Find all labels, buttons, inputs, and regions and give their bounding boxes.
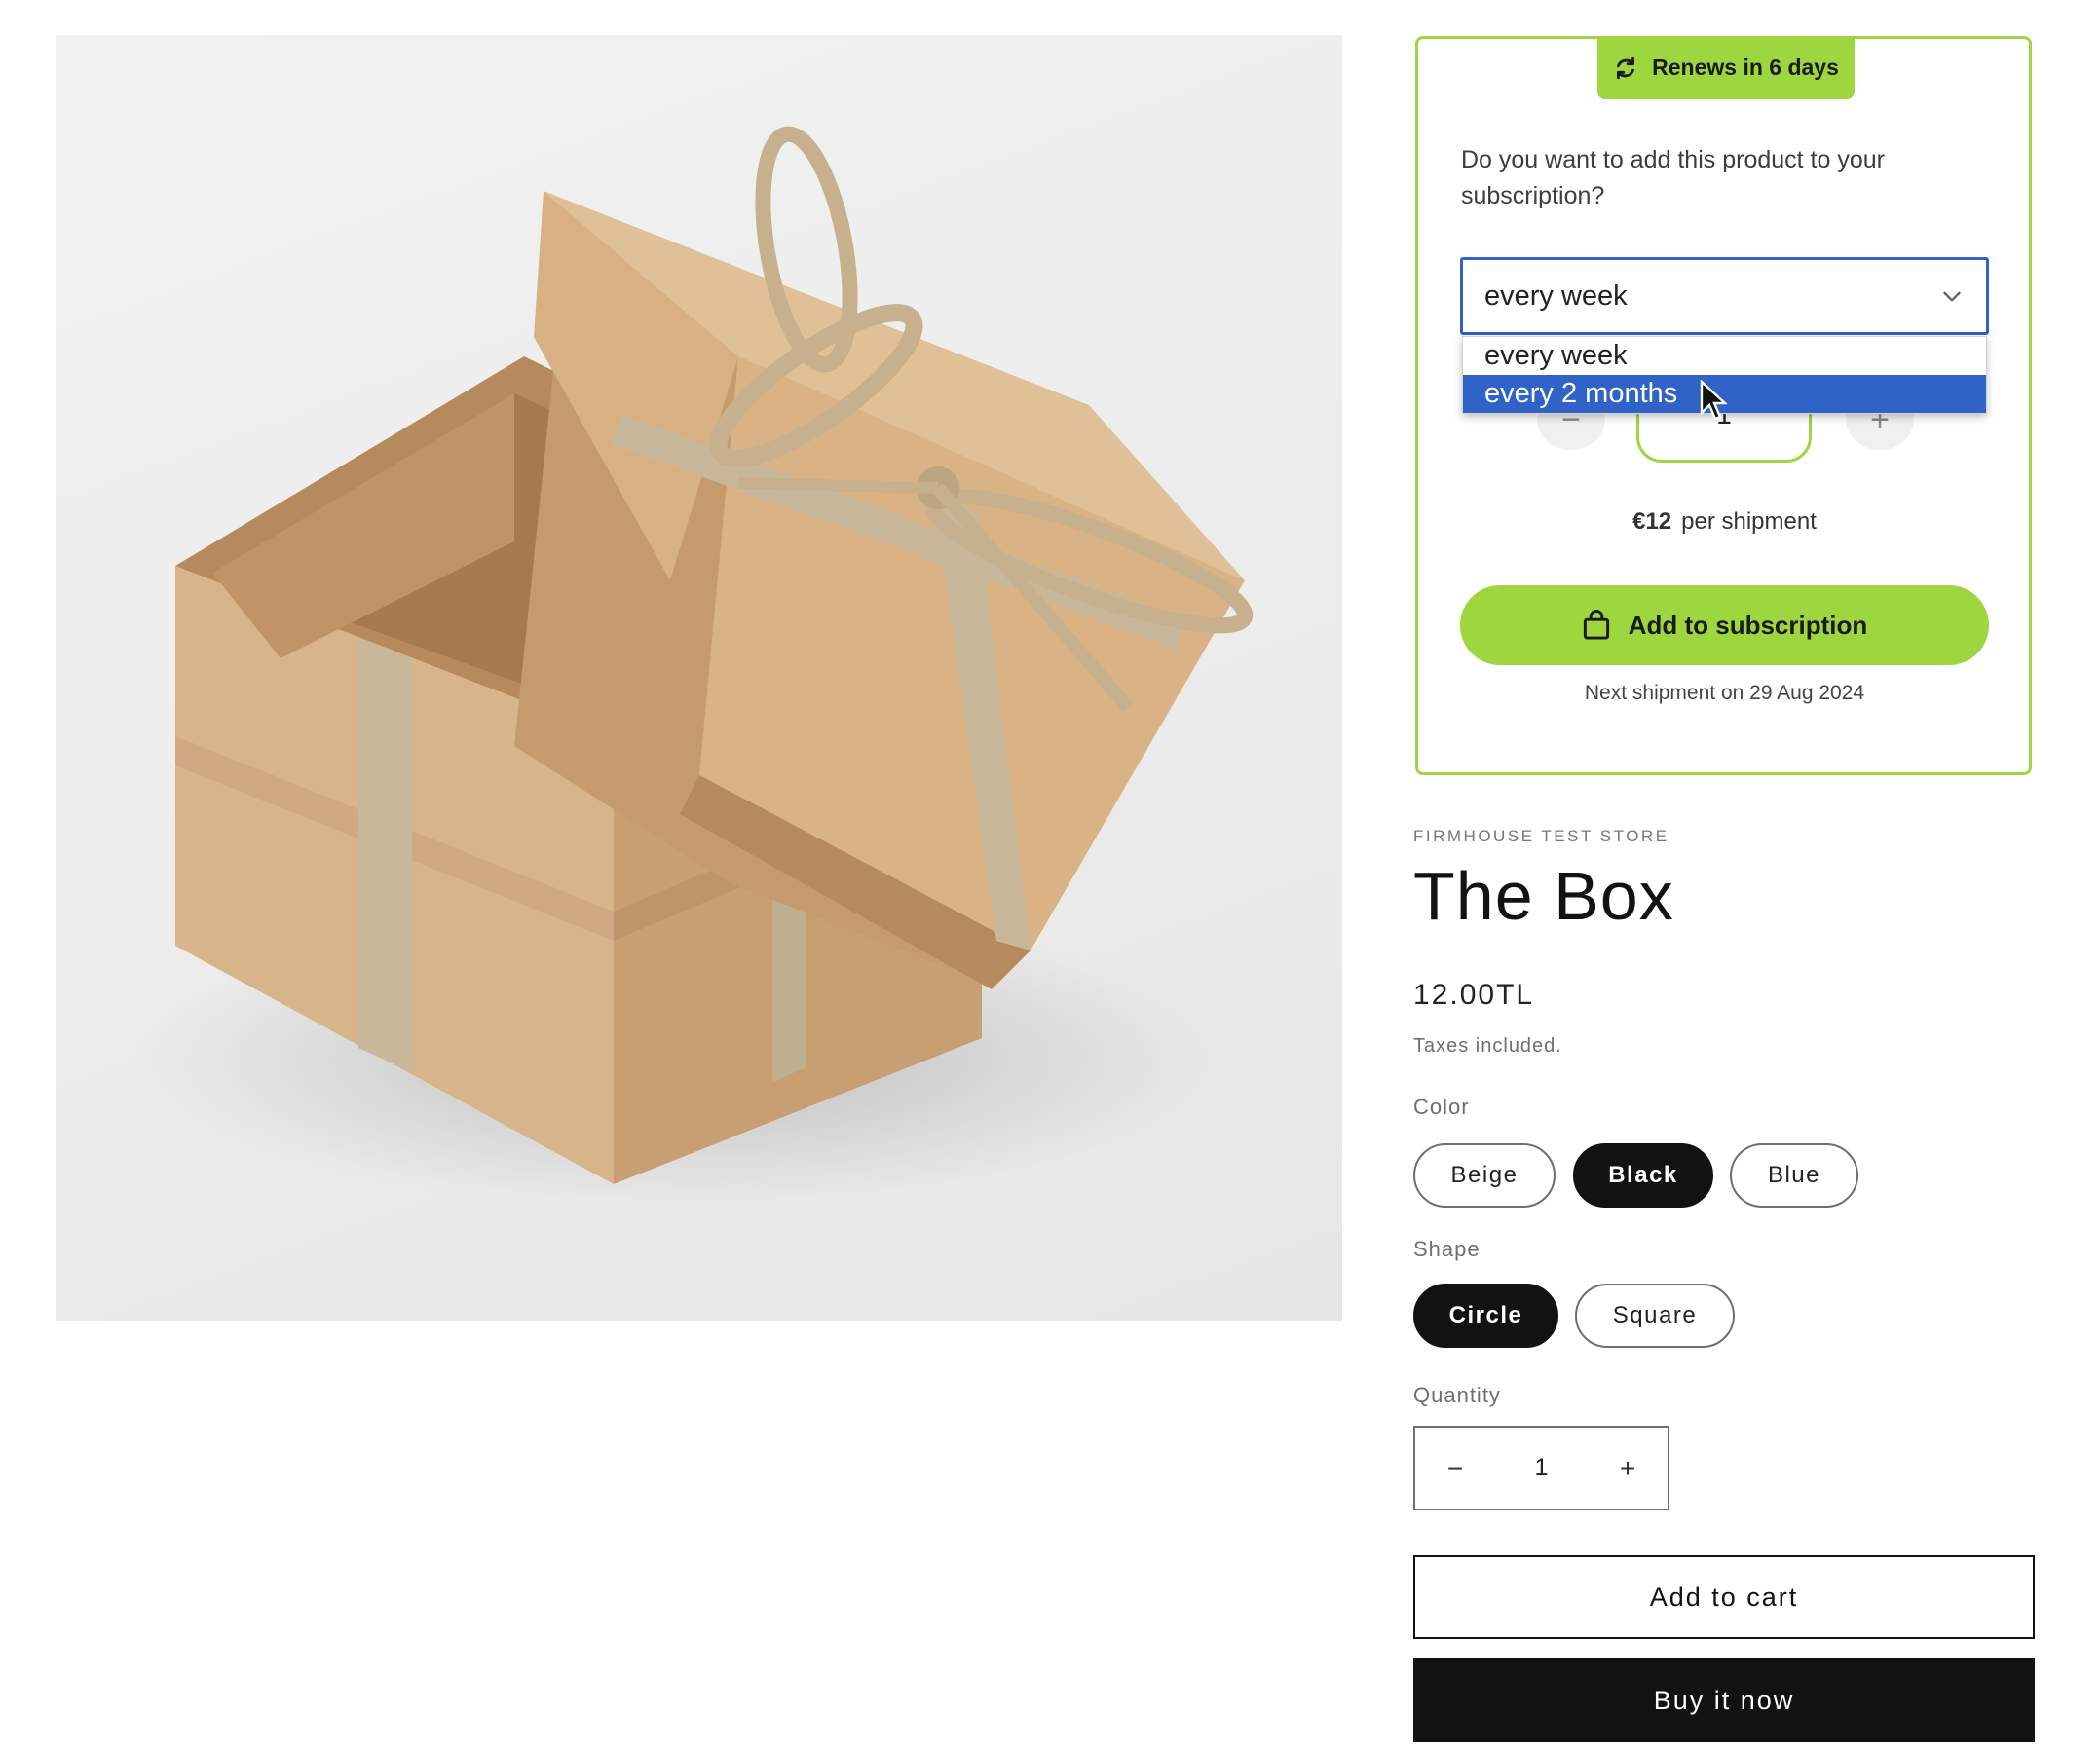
frequency-select-value: every week [1484, 279, 1628, 312]
product-title: The Box [1413, 858, 1674, 934]
subscription-question: Do you want to add this product to your … [1461, 146, 1885, 209]
frequency-option-every-week[interactable]: every week [1463, 337, 1986, 375]
shape-option-square[interactable]: Square [1575, 1284, 1735, 1348]
quantity-plus-button[interactable]: + [1588, 1428, 1668, 1509]
next-shipment-note: Next shipment on 29 Aug 2024 [1584, 682, 1865, 704]
add-to-cart-button[interactable]: Add to cart [1413, 1555, 2035, 1639]
add-to-subscription-label: Add to subscription [1628, 610, 1868, 640]
quantity-input[interactable]: 1 [1495, 1454, 1588, 1482]
quantity-minus-button[interactable]: − [1415, 1428, 1495, 1509]
gift-box-illustration [134, 126, 1254, 1204]
color-option-black[interactable]: Black [1573, 1143, 1713, 1208]
subscription-price-amount: €12 [1632, 508, 1672, 535]
color-option-blue[interactable]: Blue [1730, 1143, 1858, 1208]
add-to-subscription-button[interactable]: Add to subscription [1460, 585, 1989, 665]
shape-label: Shape [1413, 1237, 1481, 1261]
quantity-label: Quantity [1413, 1383, 1501, 1407]
frequency-select[interactable]: every week [1460, 257, 1989, 335]
renewal-badge-text: Renews in 6 days [1652, 55, 1839, 80]
shape-option-circle[interactable]: Circle [1413, 1284, 1558, 1348]
product-price: 12.00TL [1413, 979, 1535, 1011]
color-label: Color [1413, 1095, 1470, 1119]
subscription-price: €12 per shipment [1460, 508, 1989, 536]
buy-it-now-button[interactable]: Buy it now [1413, 1658, 2035, 1742]
mouse-cursor-icon [1700, 380, 1727, 421]
quantity-stepper: − 1 + [1413, 1426, 1669, 1510]
vendor-name: FIRMHOUSE TEST STORE [1413, 827, 1669, 845]
shopping-bag-icon [1583, 610, 1609, 640]
chevron-down-icon [1943, 291, 1961, 302]
product-image[interactable] [56, 35, 1342, 1321]
color-option-beige[interactable]: Beige [1413, 1143, 1556, 1208]
tax-note: Taxes included. [1413, 1035, 1562, 1057]
refresh-icon [1617, 56, 1635, 79]
renewal-badge: Renews in 6 days [1597, 36, 1855, 99]
subscription-price-suffix: per shipment [1681, 508, 1817, 535]
